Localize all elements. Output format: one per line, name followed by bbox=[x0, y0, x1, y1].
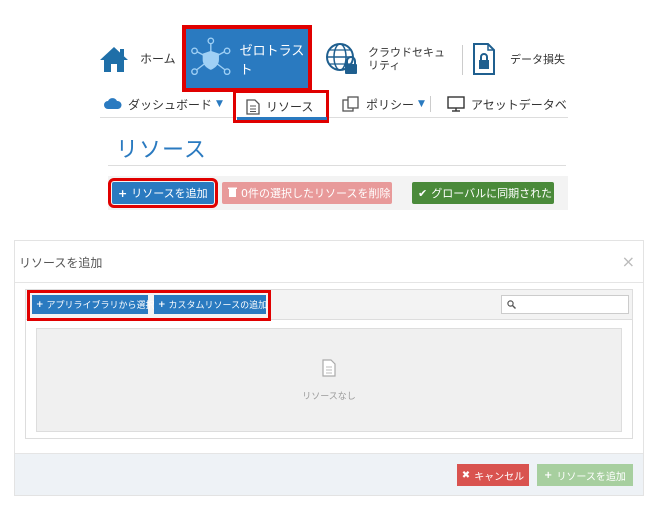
modal-title: リソースを追加 bbox=[19, 256, 103, 270]
file-lock-icon bbox=[473, 42, 495, 75]
select-from-library-button[interactable]: + アプリライブラリから選択 bbox=[32, 295, 155, 314]
monitor-icon bbox=[447, 96, 465, 112]
select-from-library-label: アプリライブラリから選択 bbox=[46, 301, 155, 311]
modal-footer: ✖ キャンセル + リソースを追加 bbox=[15, 453, 643, 495]
global-sync-button[interactable]: ✔ グローバルに同期された bbox=[412, 182, 554, 204]
copy-icon bbox=[342, 96, 359, 112]
resource-panel: + アプリライブラリから選択 + カスタムリソースの追加 リソースなし bbox=[25, 289, 633, 439]
home-icon bbox=[100, 46, 128, 72]
plus-icon: + bbox=[36, 299, 44, 310]
check-icon: ✔ bbox=[418, 186, 428, 200]
nav-cloud-security[interactable]: クラウドセキュリティ bbox=[324, 27, 454, 90]
search-icon bbox=[507, 300, 516, 309]
top-navigation: ホーム ゼロトラスト クラウドセキュリティ データ損失 bbox=[90, 25, 568, 92]
cancel-label: キャンセル bbox=[474, 471, 525, 483]
delete-selected-label: 0件の選択したリソースを削除 bbox=[241, 187, 391, 200]
globe-lock-icon bbox=[326, 42, 357, 74]
trash-icon bbox=[228, 187, 237, 200]
plus-icon: + bbox=[118, 186, 128, 200]
nav-zero-trust[interactable]: ゼロトラスト bbox=[182, 25, 312, 92]
nav-data-loss-label: データ損失 bbox=[510, 52, 565, 66]
delete-selected-button[interactable]: 0件の選択したリソースを削除 bbox=[222, 182, 392, 204]
cancel-button[interactable]: ✖ キャンセル bbox=[457, 464, 529, 486]
plus-icon: + bbox=[158, 299, 166, 310]
cloud-icon bbox=[104, 98, 122, 109]
active-tab-underline bbox=[237, 117, 327, 120]
subnav-policy[interactable]: ポリシー ▼ bbox=[342, 90, 425, 118]
empty-state-text: リソースなし bbox=[302, 392, 356, 402]
add-resource-button[interactable]: + リソースを追加 bbox=[108, 178, 218, 208]
empty-state: リソースなし bbox=[36, 328, 622, 432]
nav-home[interactable]: ホーム bbox=[98, 27, 184, 90]
document-icon bbox=[246, 98, 260, 115]
plus-icon: + bbox=[544, 469, 553, 481]
search-input[interactable] bbox=[501, 295, 629, 314]
close-icon[interactable]: × bbox=[622, 252, 635, 271]
global-sync-label: グローバルに同期された bbox=[431, 187, 553, 200]
chevron-down-icon: ▼ bbox=[216, 99, 223, 109]
add-custom-resource-button[interactable]: + カスタムリソースの追加 bbox=[154, 295, 268, 314]
nav-data-loss[interactable]: データ損失 bbox=[472, 27, 568, 90]
modal-header: リソースを追加 × bbox=[15, 241, 643, 283]
subnav-dashboard[interactable]: ダッシュボード ▼ bbox=[104, 90, 223, 118]
add-options-group: + アプリライブラリから選択 + カスタムリソースの追加 bbox=[27, 290, 271, 321]
shield-network-icon bbox=[191, 37, 231, 75]
title-divider bbox=[108, 165, 566, 166]
subnav-divider bbox=[430, 96, 431, 112]
nav-home-label: ホーム bbox=[140, 52, 176, 66]
panel-toolbar: + アプリライブラリから選択 + カスタムリソースの追加 bbox=[26, 290, 632, 321]
close-icon: ✖ bbox=[461, 469, 471, 481]
nav-divider bbox=[462, 45, 463, 75]
subnav-asset-database[interactable]: アセットデータベ bbox=[447, 90, 568, 118]
sub-navigation: ダッシュボード ▼ リソース ポリシー ▼ アセットデータベ bbox=[100, 90, 568, 123]
chevron-down-icon: ▼ bbox=[418, 99, 425, 109]
modal-add-resource-label: リソースを追加 bbox=[556, 471, 626, 483]
add-resource-modal: リソースを追加 × + アプリライブラリから選択 + カスタムリソースの追加 リ… bbox=[14, 240, 644, 496]
subnav-resources-label: リソース bbox=[266, 100, 314, 114]
subnav-dashboard-label: ダッシュボード bbox=[128, 97, 213, 112]
subnav-asset-label: アセットデータベ bbox=[471, 97, 567, 112]
document-icon bbox=[322, 359, 336, 377]
add-resource-label: リソースを追加 bbox=[131, 187, 208, 200]
add-custom-resource-label: カスタムリソースの追加 bbox=[168, 301, 268, 311]
nav-zero-trust-label: ゼロトラスト bbox=[239, 43, 305, 78]
page-title: リソース bbox=[116, 138, 207, 163]
subnav-policy-label: ポリシー bbox=[366, 97, 415, 112]
nav-cloud-security-label: クラウドセキュリティ bbox=[368, 45, 445, 72]
modal-add-resource-button[interactable]: + リソースを追加 bbox=[537, 464, 633, 486]
